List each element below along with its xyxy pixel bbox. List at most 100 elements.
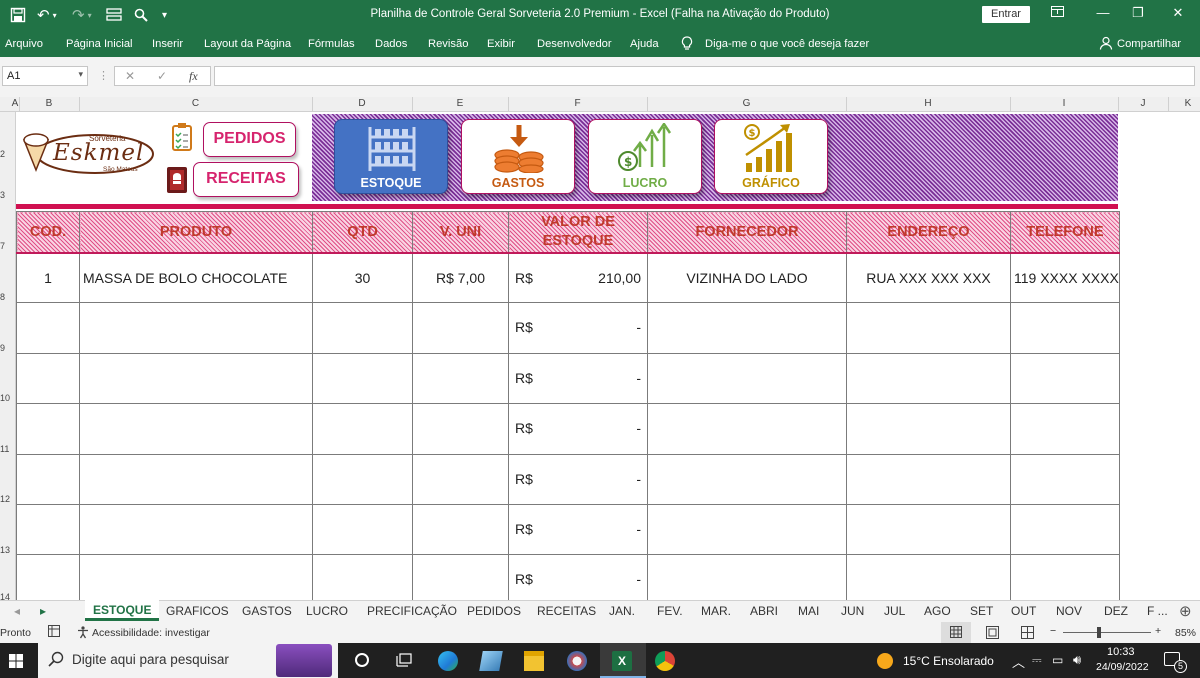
cell-valor[interactable]: R$ - <box>508 302 648 354</box>
cell-fornecedor[interactable] <box>647 503 847 556</box>
column-header-c[interactable]: C <box>79 98 312 109</box>
sign-in-button[interactable]: Entrar <box>982 6 1030 23</box>
sheet-tab-jul[interactable]: JUL <box>884 604 905 618</box>
cell-cod[interactable] <box>16 403 80 455</box>
cell-qtd[interactable] <box>312 302 413 354</box>
excel-taskbar-button[interactable]: X <box>600 643 646 678</box>
header-valor-de-estoque[interactable]: VALOR DE ESTOQUE <box>508 211 648 254</box>
sheet-tab-nov[interactable]: NOV <box>1056 604 1082 618</box>
cell-v-uni[interactable] <box>412 352 509 405</box>
cell-fornecedor[interactable] <box>647 554 847 600</box>
row-header[interactable]: 3 <box>0 190 14 200</box>
cell-endereco[interactable] <box>846 554 1011 600</box>
column-header-e[interactable]: E <box>412 98 508 109</box>
tab-revisao[interactable]: Revisão <box>428 38 468 50</box>
name-box[interactable]: A1 ▾ <box>2 66 88 86</box>
file-explorer-icon[interactable] <box>524 651 544 671</box>
cell-cod[interactable] <box>16 302 80 354</box>
cell-v-uni[interactable] <box>412 554 509 600</box>
accessibility-status[interactable]: Acessibilidade: investigar <box>92 627 210 639</box>
tab-arquivo[interactable]: Arquivo <box>5 38 43 50</box>
formula-input[interactable] <box>214 66 1195 86</box>
cell-v-uni[interactable] <box>412 403 509 455</box>
cell-fornecedor[interactable] <box>647 302 847 354</box>
cell-endereco[interactable]: RUA XXX XXX XXX <box>846 251 1011 304</box>
cell-produto[interactable] <box>79 352 313 405</box>
row-header[interactable]: 2 <box>0 149 14 159</box>
cell-valor[interactable]: R$ - <box>508 503 648 556</box>
customize-toolbar-icon[interactable]: ▾ <box>162 4 167 26</box>
cell-produto[interactable] <box>79 554 313 600</box>
sheet-tab-pedidos[interactable]: PEDIDOS <box>467 604 521 618</box>
tell-me-search[interactable]: Diga-me o que você deseja fazer <box>705 38 869 50</box>
sheet-tab-ago[interactable]: AGO <box>924 604 951 618</box>
header-v-uni[interactable]: V. UNI <box>412 211 509 254</box>
chrome-icon[interactable] <box>655 651 675 671</box>
redo-icon[interactable]: ↷ ▾ <box>72 4 92 26</box>
column-header-d[interactable]: D <box>312 98 412 109</box>
taskbar-search[interactable]: Digite aqui para pesquisar <box>38 643 338 678</box>
cell-qtd[interactable] <box>312 453 413 505</box>
row-header[interactable]: 11 <box>0 444 14 454</box>
column-header-b[interactable]: B <box>19 98 79 109</box>
column-header-k[interactable]: K <box>1168 98 1200 109</box>
undo-icon[interactable]: ↶ ▾ <box>37 4 57 26</box>
zoom-slider-thumb[interactable] <box>1097 627 1101 638</box>
sheet-tab-fev[interactable]: FEV. <box>657 604 683 618</box>
add-sheet-icon[interactable]: ⊕ <box>1179 602 1192 620</box>
column-header-h[interactable]: H <box>846 98 1010 109</box>
sheet-tab-mai[interactable]: MAI <box>798 604 819 618</box>
cell-v-uni[interactable] <box>412 503 509 556</box>
cell-qtd[interactable] <box>312 503 413 556</box>
scroll-right-icon[interactable]: ▸ <box>40 604 46 618</box>
cell-valor[interactable]: R$ - <box>508 403 648 455</box>
sheet-tab-dez[interactable]: DEZ <box>1104 604 1128 618</box>
function-icon[interactable]: fx <box>189 69 198 84</box>
save-icon[interactable] <box>10 4 26 26</box>
cell-telefone[interactable] <box>1010 302 1120 354</box>
cell-telefone[interactable] <box>1010 352 1120 405</box>
app-icon[interactable] <box>479 651 503 671</box>
cell-v-uni[interactable] <box>412 453 509 505</box>
column-header-i[interactable]: I <box>1010 98 1118 109</box>
task-view-icon[interactable] <box>396 653 412 672</box>
cell-endereco[interactable] <box>846 453 1011 505</box>
cell-produto[interactable] <box>79 302 313 354</box>
gastos-nav-button[interactable]: GASTOS <box>461 119 575 194</box>
chevron-down-icon[interactable]: ▾ <box>78 69 83 80</box>
cell-qtd[interactable] <box>312 352 413 405</box>
sheet-tab-precificacao[interactable]: PRECIFICAÇÃO <box>367 604 457 618</box>
zoom-level[interactable]: 85% <box>1175 627 1196 639</box>
cell-cod[interactable] <box>16 554 80 600</box>
edge-icon[interactable] <box>438 651 458 671</box>
restore-icon[interactable]: ❐ <box>1128 5 1148 21</box>
enter-icon[interactable]: ✓ <box>157 69 167 83</box>
row-header[interactable]: 10 <box>0 393 14 403</box>
accessibility-icon[interactable] <box>76 625 90 642</box>
cell-fornecedor[interactable]: VIZINHA DO LADO <box>647 251 847 304</box>
zoom-in-icon[interactable]: + <box>1155 625 1161 637</box>
cell-fornecedor[interactable] <box>647 403 847 455</box>
cell-fornecedor[interactable] <box>647 352 847 405</box>
header-produto[interactable]: PRODUTO <box>79 211 313 254</box>
cell-cod[interactable] <box>16 453 80 505</box>
cell-qtd[interactable] <box>312 554 413 600</box>
column-header-g[interactable]: G <box>647 98 846 109</box>
share-button[interactable]: Compartilhar <box>1117 38 1181 50</box>
network-icon[interactable]: ▭ <box>1052 653 1063 667</box>
tab-inserir[interactable]: Inserir <box>152 38 183 50</box>
cell-valor[interactable]: R$ 210,00 <box>508 251 648 304</box>
header-cod[interactable]: COD. <box>16 211 80 254</box>
lucro-nav-button[interactable]: $ LUCRO <box>588 119 702 194</box>
cell-v-uni[interactable]: R$ 7,00 <box>412 251 509 304</box>
clock-time[interactable]: 10:33 <box>1107 646 1135 658</box>
cell-valor[interactable]: R$ - <box>508 453 648 505</box>
cell-produto[interactable] <box>79 403 313 455</box>
cell-cod[interactable] <box>16 352 80 405</box>
grafico-nav-button[interactable]: $ GRÁFICO <box>714 119 828 194</box>
cell-qtd[interactable]: 30 <box>312 251 413 304</box>
header-qtd[interactable]: QTD <box>312 211 413 254</box>
network-icon[interactable]: ⎓ <box>1032 653 1042 668</box>
find-icon[interactable] <box>134 4 148 26</box>
chevron-up-icon[interactable]: ︿ <box>1012 652 1025 671</box>
